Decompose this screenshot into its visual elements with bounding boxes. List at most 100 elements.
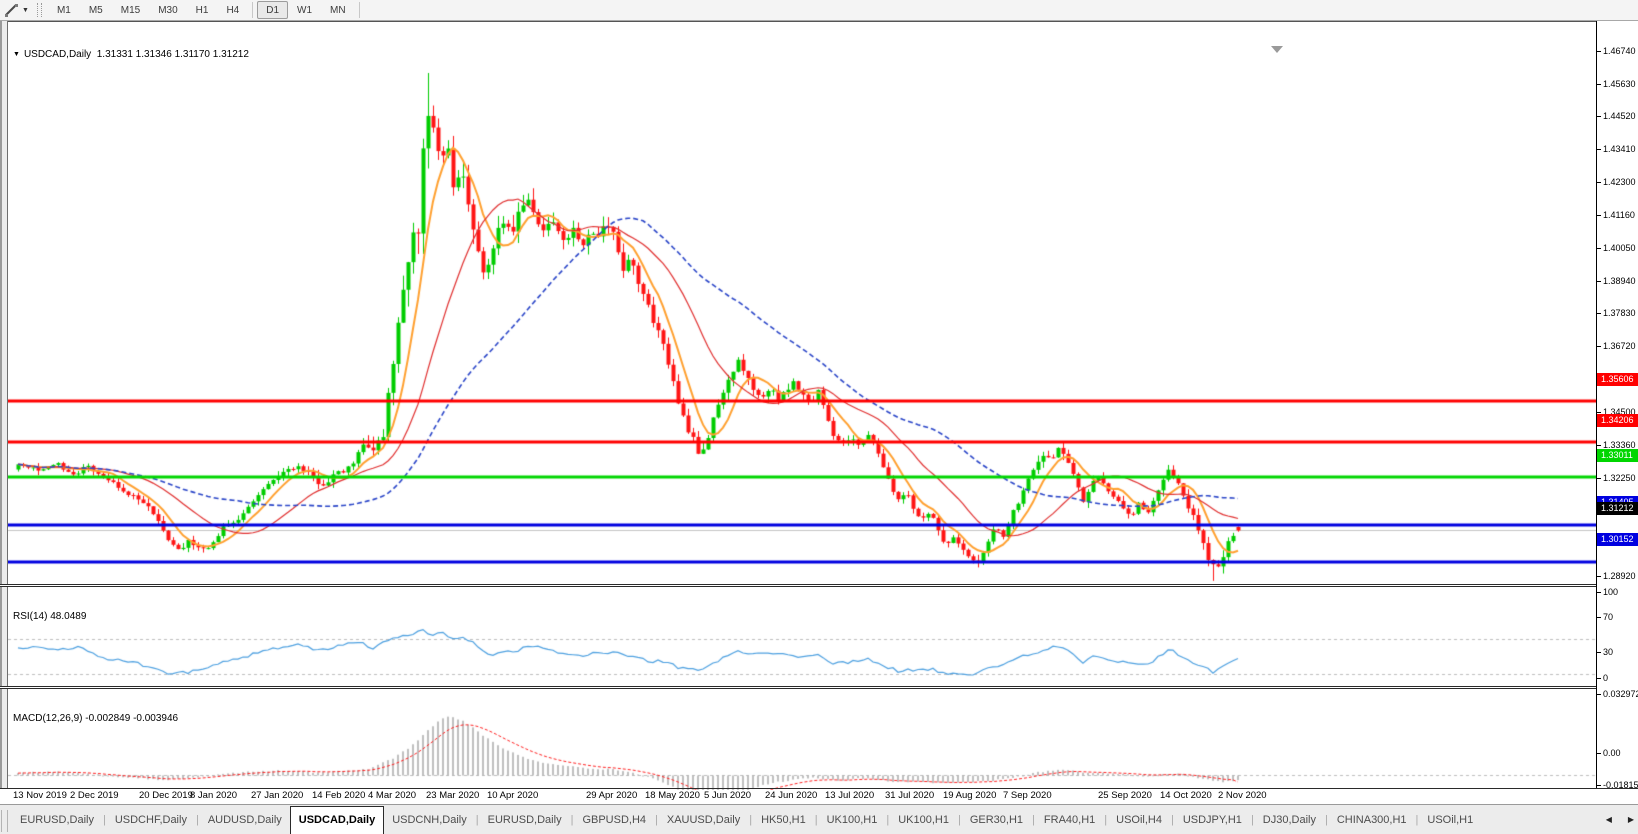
timeframe-button-m5[interactable]: M5	[80, 1, 112, 19]
right-axis: 1.46740 1.45630 1.44520 1.43410 1.42300 1.411…	[1596, 21, 1638, 791]
date-axis-label: 7 Sep 2020	[1003, 790, 1052, 801]
price-axis-tick: 1.45630	[1597, 79, 1636, 90]
chart-tab-eurusd-daily[interactable]: EURUSD,Daily	[12, 810, 102, 834]
chart-tab-audusd-daily[interactable]: AUDUSD,Daily	[200, 810, 290, 834]
rsi-axis-tick: 30	[1597, 647, 1613, 658]
date-axis-label: 2 Nov 2020	[1218, 790, 1267, 801]
date-axis-label: 14 Oct 2020	[1160, 790, 1212, 801]
chart-tab-dj30-daily[interactable]: DJ30,Daily	[1255, 810, 1324, 834]
date-axis-label: 19 Aug 2020	[943, 790, 997, 801]
top-toolbar: ▼ M1 M5 M15 M30 H1 H4 D1 W1 MN	[0, 0, 1638, 21]
macd-axis-tick: 0.00	[1597, 748, 1621, 759]
panel-separator[interactable]	[0, 584, 1638, 587]
macd-axis-tick: -0.01815	[1597, 780, 1638, 791]
mt4-application: ▼ M1 M5 M15 M30 H1 H4 D1 W1 MN ▼ USDCAD,Daily 1.3…	[0, 0, 1638, 834]
chart-tab-uk100-h1[interactable]: UK100,H1	[819, 810, 886, 834]
timeframe-button-mn[interactable]: MN	[321, 1, 355, 19]
chart-tab-china300-h1[interactable]: CHINA300,H1	[1329, 810, 1415, 834]
date-axis-label: 5 Jun 2020	[704, 790, 752, 801]
price-axis-tick: 1.37830	[1597, 308, 1636, 319]
date-axis-label: 8 Jan 2020	[190, 790, 238, 801]
rsi-axis-tick: 70	[1597, 612, 1613, 623]
chart-tab-usdchf-daily[interactable]: USDCHF,Daily	[107, 810, 195, 834]
date-axis-label: 29 Apr 2020	[586, 790, 638, 801]
level-price-badge: 1.34206	[1597, 413, 1638, 427]
chevron-down-icon: ▼	[22, 6, 29, 14]
chart-symbol-label: USDCAD,Daily	[23, 49, 92, 60]
price-axis-tick: 1.38940	[1597, 276, 1636, 287]
tab-scroll-arrows: ◀ ▶	[1606, 815, 1634, 824]
chart-tab-xauusd-daily[interactable]: XAUUSD,Daily	[659, 810, 748, 834]
toolbar-grip	[36, 3, 42, 17]
window-left-border	[0, 21, 8, 788]
tabbar-grip	[1, 810, 8, 832]
price-axis-tick: 1.32250	[1597, 473, 1636, 484]
chart-tab-usdcnh-daily[interactable]: USDCNH,Daily	[384, 810, 475, 834]
drawing-tool-button[interactable]: ▼	[0, 0, 33, 20]
rsi-label: RSI(14) 48.0489	[13, 611, 87, 622]
macd-axis-tick: 0.032972	[1597, 689, 1638, 700]
chart-tab-usoil-h1[interactable]: USOil,H1	[1419, 810, 1481, 834]
toolbar-separator	[358, 2, 360, 18]
date-axis-label: 14 Feb 2020	[312, 790, 366, 801]
time-axis: 13 Nov 2019 2 Dec 2019 20 Dec 2019 8 Jan 20…	[8, 790, 1596, 804]
main-price-chart-canvas[interactable]	[8, 44, 1596, 606]
date-axis-label: 4 Mar 2020	[368, 790, 417, 801]
chart-tab-fra40-h1[interactable]: FRA40,H1	[1036, 810, 1103, 834]
tab-scroll-left-icon[interactable]: ◀	[1606, 815, 1612, 824]
date-axis-label: 13 Jul 2020	[825, 790, 875, 801]
rsi-indicator-canvas[interactable]	[8, 609, 1596, 708]
timeframe-button-h4[interactable]: H4	[217, 1, 248, 19]
date-axis-label: 20 Dec 2019	[139, 790, 193, 801]
rsi-axis-tick: 100	[1597, 587, 1618, 598]
date-axis-label: 24 Jun 2020	[765, 790, 818, 801]
price-axis-tick: 1.44520	[1597, 111, 1636, 122]
tab-scroll-right-icon[interactable]: ▶	[1628, 815, 1634, 824]
chart-tab-uk100-h1[interactable]: UK100,H1	[890, 810, 957, 834]
rsi-axis-tick: 0	[1597, 673, 1608, 684]
timeframe-button-m30[interactable]: M30	[149, 1, 186, 19]
price-axis-tick: 1.41160	[1597, 210, 1635, 221]
date-axis-label: 18 May 2020	[645, 790, 700, 801]
date-axis-label: 10 Apr 2020	[487, 790, 539, 801]
date-axis-label: 23 Mar 2020	[426, 790, 480, 801]
timeframe-button-w1[interactable]: W1	[288, 1, 321, 19]
timeframe-button-m1[interactable]: M1	[48, 1, 80, 19]
date-axis-label: 2 Dec 2019	[70, 790, 119, 801]
timeframe-button-m15[interactable]: M15	[112, 1, 149, 19]
panel-separator[interactable]	[0, 686, 1638, 689]
chart-tab-eurusd-daily[interactable]: EURUSD,Daily	[480, 810, 570, 834]
chart-tab-hk50-h1[interactable]: HK50,H1	[753, 810, 814, 834]
chart-tab-bar: EURUSD,Daily | USDCHF,Daily | AUDUSD,Daily US…	[0, 804, 1638, 834]
level-price-badge: 1.33011	[1597, 448, 1638, 462]
chart-tab-ger30-h1[interactable]: GER30,H1	[962, 810, 1031, 834]
price-axis-tick: 1.43410	[1597, 144, 1636, 155]
price-axis-tick: 1.28920	[1597, 571, 1636, 582]
current-price-badge: 1.31212	[1597, 501, 1638, 515]
chart-title: ▼ USDCAD,Daily 1.31331 1.31346 1.31170 1.…	[13, 49, 249, 60]
price-axis-tick: 1.46740	[1597, 46, 1636, 57]
price-axis-tick: 1.42300	[1597, 177, 1636, 188]
timeframe-button-group: M1 M5 M15 M30 H1 H4 D1 W1 MN	[48, 1, 364, 19]
level-price-badge: 1.35606	[1597, 372, 1638, 386]
chart-tab-usdjpy-h1[interactable]: USDJPY,H1	[1175, 810, 1250, 834]
chart-menu-caret-icon[interactable]: ▼	[13, 51, 20, 58]
time-axis-line	[0, 788, 1638, 789]
timeframe-button-d1[interactable]: D1	[257, 1, 289, 19]
chart-tab-gbpusd-h4[interactable]: GBPUSD,H4	[574, 810, 654, 834]
timeframe-button-h1[interactable]: H1	[187, 1, 218, 19]
date-axis-label: 27 Jan 2020	[251, 790, 304, 801]
chart-tab-usdcad-daily[interactable]: USDCAD,Daily	[289, 806, 385, 834]
trendline-tool-icon	[5, 4, 18, 17]
date-axis-label: 25 Sep 2020	[1098, 790, 1152, 801]
macd-label: MACD(12,26,9) -0.002849 -0.003946	[13, 713, 179, 724]
chart-shift-marker-icon[interactable]	[1271, 46, 1283, 53]
date-axis-label: 13 Nov 2019	[13, 790, 67, 801]
chart-tab-usoil-h4[interactable]: USOil,H4	[1108, 810, 1170, 834]
level-price-badge: 1.30152	[1597, 533, 1638, 547]
price-axis-tick: 1.40050	[1597, 243, 1636, 254]
price-axis-tick: 1.36720	[1597, 341, 1636, 352]
toolbar-separator	[252, 2, 254, 18]
chart-ohlc-values: 1.31331 1.31346 1.31170 1.31212	[96, 49, 249, 60]
date-axis-label: 31 Jul 2020	[885, 790, 935, 801]
